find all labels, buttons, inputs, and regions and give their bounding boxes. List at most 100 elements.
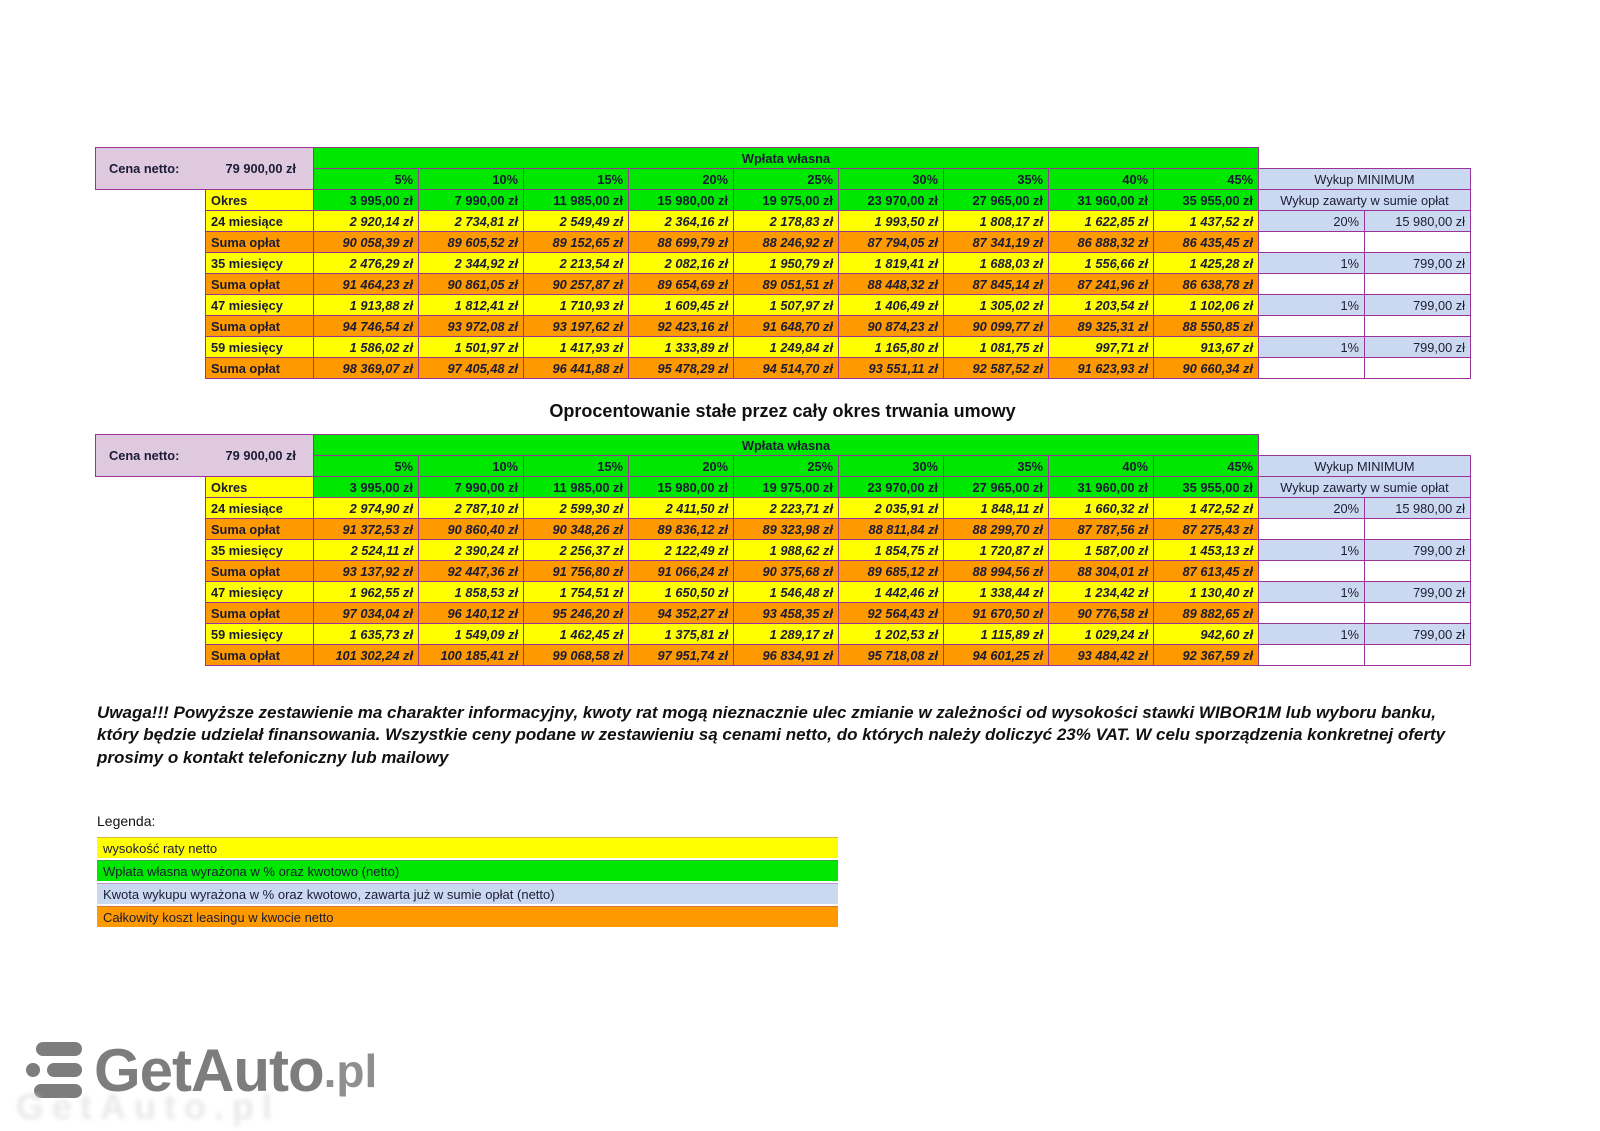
sum-cell: 89 605,52 zł bbox=[419, 232, 524, 253]
spacer-cell bbox=[96, 645, 206, 666]
percent-header: 15% bbox=[524, 456, 629, 477]
sum-cell: 97 405,48 zł bbox=[419, 358, 524, 379]
okres-value: 3 995,00 zł bbox=[314, 190, 419, 211]
rate-cell: 1 338,44 zł bbox=[944, 582, 1049, 603]
sum-cell: 88 246,92 zł bbox=[734, 232, 839, 253]
rate-cell: 1 556,66 zł bbox=[1049, 253, 1154, 274]
percent-header: 30% bbox=[839, 169, 944, 190]
spacer-cell bbox=[96, 540, 206, 561]
rate-cell: 1 203,54 zł bbox=[1049, 295, 1154, 316]
rate-cell: 1 848,11 zł bbox=[944, 498, 1049, 519]
wykup-minimum-header: Wykup MINIMUM bbox=[1259, 456, 1471, 477]
legend-item: Całkowity koszt leasingu w kwocie netto bbox=[97, 906, 838, 927]
table-title: Oprocentowanie stałe przez cały okres tr… bbox=[95, 401, 1470, 422]
spacer-cell bbox=[96, 295, 206, 316]
percent-header: 5% bbox=[314, 169, 419, 190]
sum-cell: 89 685,12 zł bbox=[839, 561, 944, 582]
rate-cell: 1 417,93 zł bbox=[524, 337, 629, 358]
sum-cell: 95 478,29 zł bbox=[629, 358, 734, 379]
sum-cell: 90 348,26 zł bbox=[524, 519, 629, 540]
rate-cell: 997,71 zł bbox=[1049, 337, 1154, 358]
wykup-empty-cell bbox=[1259, 561, 1365, 582]
rate-cell: 1 507,97 zł bbox=[734, 295, 839, 316]
row-label: Suma opłat bbox=[206, 316, 314, 337]
sum-cell: 91 464,23 zł bbox=[314, 274, 419, 295]
rate-row: 47 miesięcy1 962,55 zł1 858,53 zł1 754,5… bbox=[96, 582, 1471, 603]
rate-cell: 2 178,83 zł bbox=[734, 211, 839, 232]
wykup-percent-cell: 1% bbox=[1259, 624, 1365, 645]
wykup-empty-cell bbox=[1365, 603, 1471, 624]
wykup-amount-cell: 799,00 zł bbox=[1365, 540, 1471, 561]
sum-cell: 92 587,52 zł bbox=[944, 358, 1049, 379]
spacer-cell bbox=[96, 253, 206, 274]
sum-cell: 91 066,24 zł bbox=[629, 561, 734, 582]
rate-cell: 942,60 zł bbox=[1154, 624, 1259, 645]
sum-cell: 90 861,05 zł bbox=[419, 274, 524, 295]
sum-cell: 89 051,51 zł bbox=[734, 274, 839, 295]
rate-cell: 2 122,49 zł bbox=[629, 540, 734, 561]
okres-value: 7 990,00 zł bbox=[419, 190, 524, 211]
rate-cell: 1 609,45 zł bbox=[629, 295, 734, 316]
sum-cell: 91 372,53 zł bbox=[314, 519, 419, 540]
rate-cell: 1 993,50 zł bbox=[839, 211, 944, 232]
spacer-cell bbox=[96, 624, 206, 645]
sum-cell: 96 140,12 zł bbox=[419, 603, 524, 624]
legend: Legenda: wysokość raty nettoWpłata własn… bbox=[97, 813, 838, 929]
sum-cell: 88 699,79 zł bbox=[629, 232, 734, 253]
row-label: Suma opłat bbox=[206, 561, 314, 582]
spacer-cell bbox=[96, 337, 206, 358]
sum-cell: 87 794,05 zł bbox=[839, 232, 944, 253]
wykup-empty-cell bbox=[1259, 274, 1365, 295]
sum-cell: 93 972,08 zł bbox=[419, 316, 524, 337]
row-label: 47 miesięcy bbox=[206, 582, 314, 603]
sum-cell: 86 888,32 zł bbox=[1049, 232, 1154, 253]
percent-header: 30% bbox=[839, 456, 944, 477]
rate-cell: 1 546,48 zł bbox=[734, 582, 839, 603]
sum-cell: 90 099,77 zł bbox=[944, 316, 1049, 337]
sum-cell: 88 299,70 zł bbox=[944, 519, 1049, 540]
sum-cell: 101 302,24 zł bbox=[314, 645, 419, 666]
wykup-empty-cell bbox=[1259, 316, 1365, 337]
sum-cell: 86 435,45 zł bbox=[1154, 232, 1259, 253]
sum-row: Suma opłat97 034,04 zł96 140,12 zł95 246… bbox=[96, 603, 1471, 624]
sum-cell: 92 447,36 zł bbox=[419, 561, 524, 582]
wykup-empty-cell bbox=[1365, 274, 1471, 295]
rate-cell: 2 213,54 zł bbox=[524, 253, 629, 274]
sum-cell: 89 654,69 zł bbox=[629, 274, 734, 295]
rate-cell: 2 787,10 zł bbox=[419, 498, 524, 519]
wykup-empty-cell bbox=[1365, 645, 1471, 666]
leasing-table-2: Cena netto:79 900,00 złWpłata własna5%10… bbox=[95, 434, 1471, 666]
okres-value: 7 990,00 zł bbox=[419, 477, 524, 498]
rate-cell: 1 375,81 zł bbox=[629, 624, 734, 645]
wykup-minimum-header: Wykup MINIMUM bbox=[1259, 169, 1471, 190]
row-label: 24 miesiące bbox=[206, 211, 314, 232]
sum-cell: 92 367,59 zł bbox=[1154, 645, 1259, 666]
okres-value: 19 975,00 zł bbox=[734, 190, 839, 211]
rate-cell: 1 710,93 zł bbox=[524, 295, 629, 316]
wykup-empty-cell bbox=[1259, 232, 1365, 253]
rate-cell: 1 249,84 zł bbox=[734, 337, 839, 358]
wykup-amount-cell: 799,00 zł bbox=[1365, 582, 1471, 603]
okres-value: 31 960,00 zł bbox=[1049, 477, 1154, 498]
leasing-table-fixed-rate: Cena netto:79 900,00 złWpłata własna5%10… bbox=[95, 434, 1471, 666]
percent-header: 25% bbox=[734, 456, 839, 477]
rate-cell: 2 256,37 zł bbox=[524, 540, 629, 561]
spacer-cell bbox=[96, 603, 206, 624]
rate-cell: 2 082,16 zł bbox=[629, 253, 734, 274]
spacer-cell bbox=[96, 498, 206, 519]
wykup-amount-cell: 15 980,00 zł bbox=[1365, 211, 1471, 232]
sum-cell: 91 648,70 zł bbox=[734, 316, 839, 337]
wykup-empty-cell bbox=[1365, 561, 1471, 582]
row-label: 24 miesiące bbox=[206, 498, 314, 519]
rate-cell: 2 974,90 zł bbox=[314, 498, 419, 519]
rate-cell: 1 660,32 zł bbox=[1049, 498, 1154, 519]
rate-cell: 1 425,28 zł bbox=[1154, 253, 1259, 274]
wykup-amount-cell: 799,00 zł bbox=[1365, 624, 1471, 645]
rate-cell: 1 081,75 zł bbox=[944, 337, 1049, 358]
sum-cell: 90 257,87 zł bbox=[524, 274, 629, 295]
spacer-cell bbox=[96, 561, 206, 582]
okres-value: 35 955,00 zł bbox=[1154, 477, 1259, 498]
spacer-cell bbox=[96, 232, 206, 253]
rate-row: 47 miesięcy1 913,88 zł1 812,41 zł1 710,9… bbox=[96, 295, 1471, 316]
sum-cell: 94 746,54 zł bbox=[314, 316, 419, 337]
